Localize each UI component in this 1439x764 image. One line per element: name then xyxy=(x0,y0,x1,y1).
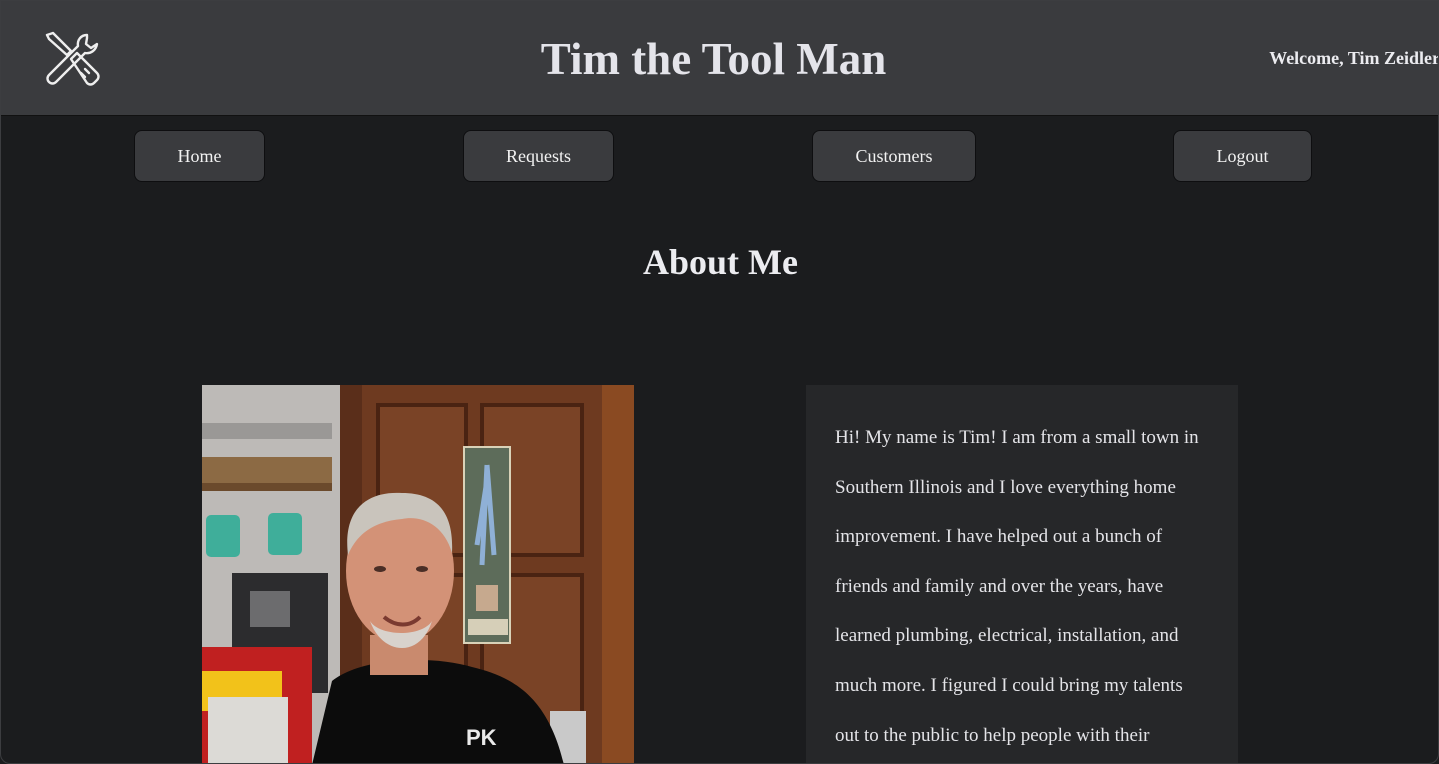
header: Tim the Tool Man Welcome, Tim Zeidler xyxy=(1,1,1439,116)
nav-home-button[interactable]: Home xyxy=(134,130,265,182)
nav-requests-button[interactable]: Requests xyxy=(463,130,614,182)
bio-text: Hi! My name is Tim! I am from a small to… xyxy=(835,427,1199,746)
welcome-message: Welcome, Tim Zeidler xyxy=(1269,48,1439,68)
nav-logout-button[interactable]: Logout xyxy=(1173,130,1312,182)
profile-photo: PK xyxy=(202,385,634,763)
nav-customers-button[interactable]: Customers xyxy=(812,130,976,182)
svg-text:PK: PK xyxy=(466,725,497,750)
about-heading: About Me xyxy=(643,242,798,282)
app-window: Tim the Tool Man Welcome, Tim Zeidler Ho… xyxy=(0,0,1439,764)
bio-card: Hi! My name is Tim! I am from a small to… xyxy=(806,385,1238,763)
site-title: Tim the Tool Man xyxy=(540,34,887,84)
